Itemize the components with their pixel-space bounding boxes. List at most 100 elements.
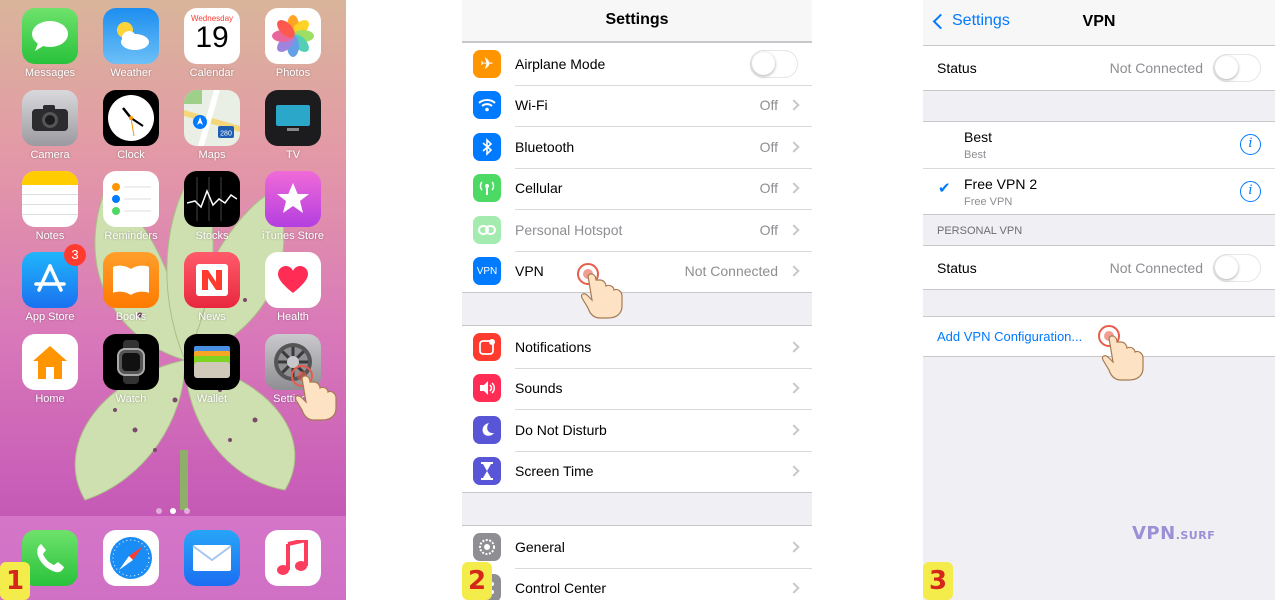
chevron-right-icon: [788, 265, 800, 277]
messages-icon: [22, 8, 78, 64]
settings-group-notifications: Notifications Sounds Do Not Disturb Scre…: [462, 325, 812, 493]
mail-icon: [184, 530, 240, 586]
app-maps[interactable]: 280 Maps: [172, 90, 252, 161]
row-label: Airplane Mode: [515, 55, 606, 72]
row-label: Control Center: [515, 580, 607, 597]
info-icon[interactable]: i: [1240, 134, 1261, 155]
cellular-icon: [473, 174, 501, 203]
row-label: Do Not Disturb: [515, 421, 607, 438]
app-label: Stocks: [195, 230, 229, 242]
app-messages[interactable]: Messages: [10, 8, 90, 79]
app-home[interactable]: Home: [10, 334, 90, 405]
chevron-right-icon: [788, 541, 800, 553]
row-value: Not Connected: [684, 263, 778, 280]
personal-vpn-toggle[interactable]: [1213, 253, 1261, 282]
wallet-icon: [184, 334, 240, 390]
app-reminders[interactable]: Reminders: [91, 171, 171, 242]
phone-icon: [22, 530, 78, 586]
app-label: Wallet: [196, 393, 228, 405]
home-screen-panel: Messages Weather Wednesday 19 Calendar P…: [0, 0, 346, 600]
itunes-store-icon: [265, 171, 321, 227]
clock-icon: [103, 90, 159, 146]
row-label: General: [515, 538, 565, 555]
settings-row-control-center[interactable]: Control Center: [462, 567, 812, 600]
row-label: Screen Time: [515, 463, 594, 480]
vpn-config-row[interactable]: Best Best i: [923, 122, 1275, 168]
app-tv[interactable]: TV: [253, 90, 333, 161]
app-camera[interactable]: Camera: [10, 90, 90, 161]
app-label: Camera: [30, 149, 70, 161]
app-books[interactable]: Books: [91, 252, 171, 323]
row-label: Notifications: [515, 338, 592, 355]
app-label: Home: [35, 393, 65, 405]
status-value: Not Connected: [1109, 60, 1203, 76]
tv-icon: [265, 90, 321, 146]
config-name: Best: [964, 129, 993, 145]
camera-icon: [22, 90, 78, 146]
config-subtitle: Best: [964, 149, 987, 161]
settings-row-airplane-mode[interactable]: ✈ Airplane Mode: [462, 43, 812, 85]
app-notes[interactable]: Notes: [10, 171, 90, 242]
app-label: News: [198, 311, 226, 323]
dock-mail[interactable]: [172, 530, 252, 586]
settings-row-bluetooth[interactable]: Bluetooth Off: [462, 126, 812, 168]
app-itunes-store[interactable]: iTunes Store: [253, 171, 333, 242]
row-label: Wi-Fi: [515, 97, 548, 114]
calendar-day: 19: [195, 21, 229, 54]
vpn-status-row: Status Not Connected: [923, 46, 1275, 91]
brand-logo: VPN.SURF: [1132, 523, 1215, 544]
airplane-mode-toggle[interactable]: [750, 49, 798, 78]
vpn-panel: Settings VPN Status Not Connected Best B…: [923, 0, 1275, 600]
brand-sub: .SURF: [1175, 529, 1216, 542]
sounds-icon: [473, 374, 501, 403]
safari-icon: [103, 530, 159, 586]
bluetooth-icon: [473, 132, 501, 161]
settings-navbar: Settings: [462, 0, 812, 42]
gear-icon: [473, 532, 501, 561]
app-label: Weather: [110, 67, 152, 79]
app-clock[interactable]: Clock: [91, 90, 171, 161]
maps-icon: 280: [184, 90, 240, 146]
settings-group-connectivity: ✈ Airplane Mode Wi-Fi Off Bluetooth Off: [462, 42, 812, 293]
brand-main: VPN: [1132, 523, 1176, 544]
settings-row-do-not-disturb[interactable]: Do Not Disturb: [462, 409, 812, 451]
app-app-store[interactable]: 3 App Store: [10, 244, 90, 323]
app-news[interactable]: News: [172, 252, 252, 323]
row-label: Bluetooth: [515, 138, 575, 155]
settings-row-screen-time[interactable]: Screen Time: [462, 450, 812, 493]
settings-row-vpn[interactable]: VPN VPN Not Connected: [462, 250, 812, 293]
settings-row-cellular[interactable]: Cellular Off: [462, 167, 812, 210]
section-header: PERSONAL VPN: [937, 225, 1023, 237]
dock-safari[interactable]: [91, 530, 171, 586]
weather-icon: [103, 8, 159, 64]
chevron-right-icon: [788, 141, 800, 153]
app-wallet[interactable]: Wallet: [172, 334, 252, 405]
calendar-icon: Wednesday 19: [184, 8, 240, 64]
settings-row-sounds[interactable]: Sounds: [462, 367, 812, 410]
notification-badge: 3: [64, 244, 86, 266]
app-stocks[interactable]: Stocks: [172, 171, 252, 242]
checkmark-icon: ✔: [938, 179, 951, 197]
settings-panel: Settings ✈ Airplane Mode Wi-Fi Off Bluet…: [462, 0, 812, 600]
vpn-config-row[interactable]: ✔ Free VPN 2 Free VPN i: [923, 168, 1275, 214]
settings-row-wifi[interactable]: Wi-Fi Off: [462, 84, 812, 127]
settings-row-personal-hotspot[interactable]: Personal Hotspot Off: [462, 209, 812, 251]
health-icon: [265, 252, 321, 308]
info-icon[interactable]: i: [1240, 181, 1261, 202]
settings-row-general[interactable]: General: [462, 526, 812, 568]
chevron-right-icon: [788, 224, 800, 236]
photos-icon: [265, 8, 321, 64]
app-calendar[interactable]: Wednesday 19 Calendar: [172, 8, 252, 79]
app-label: Health: [277, 311, 309, 323]
vpn-config-list: Best Best i ✔ Free VPN 2 Free VPN i: [923, 121, 1275, 215]
app-health[interactable]: Health: [253, 252, 333, 323]
app-weather[interactable]: Weather: [91, 8, 171, 79]
tap-hand-icon: [577, 263, 623, 319]
vpn-status-toggle[interactable]: [1213, 54, 1261, 82]
dock-music[interactable]: [253, 530, 333, 586]
row-label: Cellular: [515, 180, 563, 197]
settings-row-notifications[interactable]: Notifications: [462, 326, 812, 368]
app-watch[interactable]: Watch: [91, 334, 171, 405]
app-photos[interactable]: Photos: [253, 8, 333, 79]
